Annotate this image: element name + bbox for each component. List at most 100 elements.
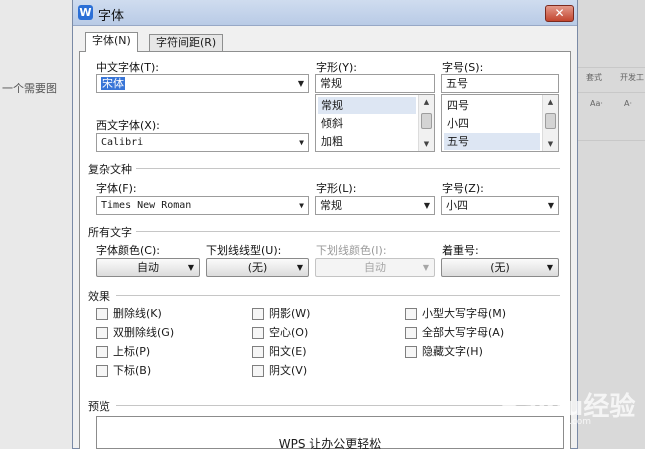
checkbox-label: 小型大写字母(M) xyxy=(422,307,507,320)
background-toolbar-text: 开发工 xyxy=(620,73,644,82)
underline-color-select: 自动 ▼ xyxy=(315,258,435,277)
dialog-titlebar[interactable]: W 字体 ✕ xyxy=(73,0,577,26)
strikethrough-checkbox[interactable]: 删除线(K) xyxy=(96,307,196,321)
scroll-up-icon[interactable]: ▲ xyxy=(419,95,434,109)
checkbox-label: 阳文(E) xyxy=(269,345,307,358)
checkbox-box[interactable] xyxy=(252,346,264,358)
font-style-scrollbar[interactable]: ▲ ▼ xyxy=(418,95,434,151)
all-caps-checkbox[interactable]: 全部大写字母(A) xyxy=(405,326,535,340)
superscript-checkbox[interactable]: 上标(P) xyxy=(96,345,196,359)
font-size-label: 字号(S): xyxy=(442,61,484,74)
hidden-text-checkbox[interactable]: 隐藏文字(H) xyxy=(405,345,535,359)
complex-font-value: Times New Roman xyxy=(101,200,192,211)
underline-style-label: 下划线线型(U): xyxy=(206,244,282,257)
effects-section-header: 效果 xyxy=(88,290,110,303)
section-divider xyxy=(116,405,560,406)
checkbox-box[interactable] xyxy=(96,327,108,339)
emboss-checkbox[interactable]: 阳文(E) xyxy=(252,345,332,359)
dropdown-arrow-icon: ▼ xyxy=(299,138,304,147)
scroll-down-icon[interactable]: ▼ xyxy=(419,137,434,151)
complex-size-value: 小四 xyxy=(446,199,468,212)
font-style-label: 字形(Y): xyxy=(316,61,358,74)
tab-character-spacing[interactable]: 字符间距(R) xyxy=(149,34,224,52)
checkbox-box[interactable] xyxy=(96,346,108,358)
list-item[interactable]: 常规 xyxy=(318,97,416,114)
checkbox-label: 下标(B) xyxy=(113,364,152,377)
checkbox-box[interactable] xyxy=(405,308,417,320)
complex-style-value: 常规 xyxy=(320,199,342,212)
tab-font[interactable]: 字体(N) xyxy=(85,32,138,52)
checkbox-box[interactable] xyxy=(96,308,108,320)
engrave-checkbox[interactable]: 阴文(V) xyxy=(252,364,332,378)
complex-font-select[interactable]: Times New Roman ▼ xyxy=(96,196,309,215)
western-font-label: 西文字体(X): xyxy=(96,119,160,132)
chinese-font-select[interactable]: 宋体 ▼ xyxy=(96,74,309,93)
checkbox-box[interactable] xyxy=(405,327,417,339)
checkbox-box[interactable] xyxy=(252,308,264,320)
scroll-down-icon[interactable]: ▼ xyxy=(543,137,558,151)
dropdown-arrow-icon: ▼ xyxy=(422,263,429,272)
emphasis-mark-value: (无) xyxy=(490,261,510,274)
checkbox-label: 空心(O) xyxy=(269,326,309,339)
scroll-thumb[interactable] xyxy=(421,113,432,129)
checkbox-box[interactable] xyxy=(252,327,264,339)
underline-color-value: 自动 xyxy=(364,261,386,274)
emphasis-mark-select[interactable]: (无) ▼ xyxy=(441,258,559,277)
double-strikethrough-checkbox[interactable]: 双删除线(G) xyxy=(96,326,196,340)
dropdown-arrow-icon: ▼ xyxy=(299,201,304,210)
chinese-font-label: 中文字体(T): xyxy=(96,61,160,74)
western-font-value: Calibri xyxy=(101,137,144,148)
chinese-font-value: 宋体 xyxy=(101,77,125,90)
font-color-value: 自动 xyxy=(137,261,159,274)
watermark-url: jingyan.baidu.com xyxy=(508,417,592,427)
close-icon[interactable]: ✕ xyxy=(545,5,574,22)
dropdown-arrow-icon: ▼ xyxy=(546,263,553,272)
emphasis-mark-label: 着重号: xyxy=(442,244,479,257)
list-item[interactable]: 加粗 xyxy=(318,133,416,150)
background-text: 一个需要图 xyxy=(2,82,57,95)
font-size-list[interactable]: 四号 小四 五号 ▲ ▼ xyxy=(441,94,559,152)
complex-section-header: 复杂文种 xyxy=(88,163,132,176)
preview-text: WPS 让办公更轻松 xyxy=(278,437,382,449)
background-document: 一个需要图 xyxy=(0,0,72,449)
checkbox-label: 隐藏文字(H) xyxy=(422,345,483,358)
shadow-checkbox[interactable]: 阴影(W) xyxy=(252,307,332,321)
outline-checkbox[interactable]: 空心(O) xyxy=(252,326,332,340)
list-item[interactable]: 五号 xyxy=(444,133,540,150)
dropdown-arrow-icon: ▼ xyxy=(547,201,554,210)
underline-style-select[interactable]: (无) ▼ xyxy=(206,258,309,277)
section-divider xyxy=(136,231,560,232)
checkbox-box[interactable] xyxy=(405,346,417,358)
font-size-input[interactable]: 五号 xyxy=(441,74,559,93)
scroll-up-icon[interactable]: ▲ xyxy=(543,95,558,109)
font-color-label: 字体颜色(C): xyxy=(96,244,160,257)
checkbox-label: 全部大写字母(A) xyxy=(422,326,505,339)
font-color-select[interactable]: 自动 ▼ xyxy=(96,258,200,277)
background-toolbar-text: A· xyxy=(624,99,633,108)
checkbox-box[interactable] xyxy=(96,365,108,377)
section-divider xyxy=(116,295,560,296)
small-caps-checkbox[interactable]: 小型大写字母(M) xyxy=(405,307,535,321)
western-font-select[interactable]: Calibri ▼ xyxy=(96,133,309,152)
font-style-input[interactable]: 常规 xyxy=(315,74,435,93)
background-toolbar-text: 套式 xyxy=(586,73,602,82)
checkbox-box[interactable] xyxy=(252,365,264,377)
background-toolbar-text: Aa· xyxy=(590,99,603,108)
complex-size-select[interactable]: 小四 ▼ xyxy=(441,196,559,215)
checkbox-label: 阴影(W) xyxy=(269,307,311,320)
list-item[interactable]: 倾斜 xyxy=(318,115,416,132)
complex-font-label: 字体(F): xyxy=(96,182,137,195)
list-item[interactable]: 小四 xyxy=(444,115,540,132)
underline-style-value: (无) xyxy=(247,261,268,274)
subscript-checkbox[interactable]: 下标(B) xyxy=(96,364,196,378)
checkbox-label: 阴文(V) xyxy=(269,364,308,377)
dropdown-arrow-icon: ▼ xyxy=(296,263,303,272)
list-item[interactable]: 四号 xyxy=(444,97,540,114)
font-style-list[interactable]: 常规 倾斜 加粗 ▲ ▼ xyxy=(315,94,435,152)
complex-style-select[interactable]: 常规 ▼ xyxy=(315,196,435,215)
dropdown-arrow-icon: ▼ xyxy=(297,79,304,88)
underline-color-label: 下划线颜色(I): xyxy=(316,244,387,257)
scroll-thumb[interactable] xyxy=(545,113,556,129)
font-size-scrollbar[interactable]: ▲ ▼ xyxy=(542,95,558,151)
watermark: Baidu经验 jingyan.baidu.com xyxy=(500,386,635,427)
